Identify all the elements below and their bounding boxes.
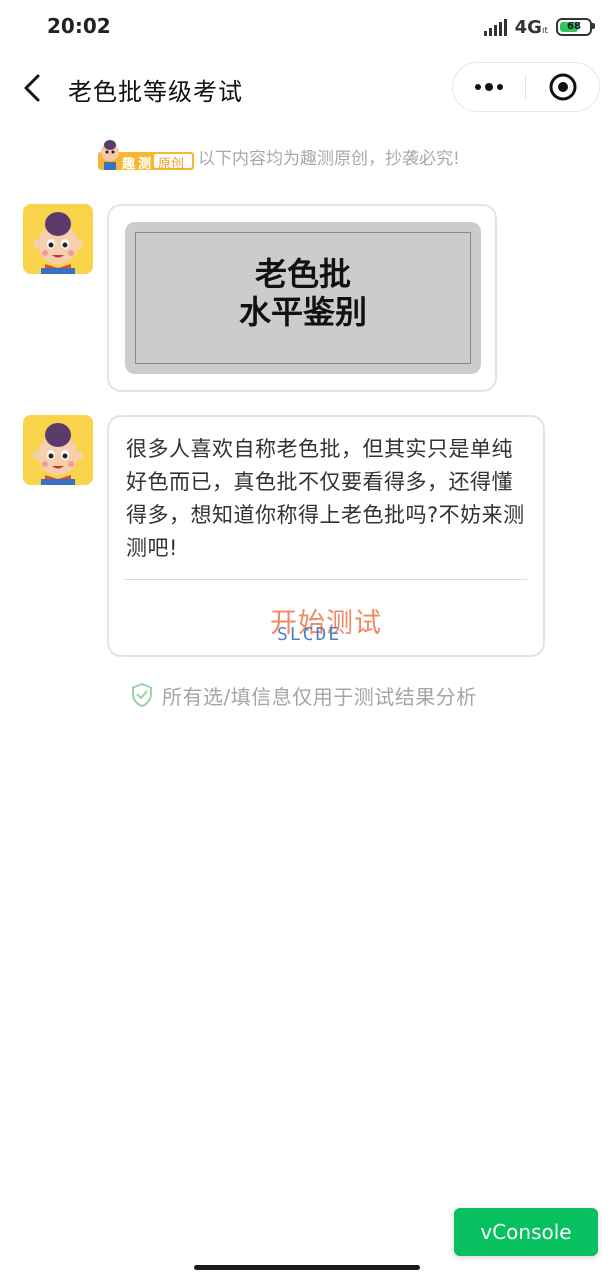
cover-message-bubble: 老色批 水平鉴别 <box>107 204 497 392</box>
status-time: 20:02 <box>47 14 111 38</box>
vconsole-button[interactable]: vConsole <box>454 1208 598 1256</box>
cover-title-line1: 老色批 <box>254 255 351 293</box>
target-close-icon <box>549 73 577 101</box>
shield-check-icon <box>132 683 152 707</box>
battery-icon: 68 <box>556 18 595 36</box>
status-indicators: 4Gıt 68 <box>483 15 595 39</box>
cover-title-line2: 水平鉴别 <box>238 293 367 331</box>
copyright-notice: 趣 测 原创 以下内容均为趣测原创，抄袭必究! <box>96 138 460 174</box>
capsule-divider <box>525 75 526 99</box>
status-bar: 20:02 4Gıt 68 <box>0 0 614 54</box>
chevron-left-icon <box>24 74 40 102</box>
privacy-text: 所有选/填信息仅用于测试结果分析 <box>162 684 477 709</box>
back-button[interactable] <box>18 70 50 106</box>
mascot-avatar-icon <box>23 415 93 485</box>
avatar <box>23 415 93 485</box>
nav-bar: 老色批等级考试 <box>0 60 614 116</box>
divider <box>125 579 527 580</box>
home-indicator[interactable] <box>194 1265 420 1270</box>
logo-label-qu: 趣 <box>122 157 136 172</box>
watermark-text: SLCDE <box>277 624 342 645</box>
quce-logo: 趣 测 原创 <box>96 138 196 174</box>
more-dots-icon <box>473 83 505 91</box>
notice-text: 以下内容均为趣测原创，抄袭必究! <box>198 148 460 169</box>
close-button[interactable] <box>527 63 599 111</box>
intro-message-bubble: 很多人喜欢自称老色批，但其实只是单纯好色而已，真色批不仅要看得多，还得懂得多，想… <box>107 415 545 657</box>
mascot-avatar-icon <box>23 204 93 274</box>
mini-program-capsule <box>452 62 600 112</box>
more-button[interactable] <box>453 63 525 111</box>
logo-label-yuanchuang: 原创 <box>158 157 185 172</box>
cover-card: 老色批 水平鉴别 <box>125 222 481 374</box>
intro-text: 很多人喜欢自称老色批，但其实只是单纯好色而已，真色批不仅要看得多，还得懂得多，想… <box>126 437 525 560</box>
signal-icon <box>483 18 507 36</box>
battery-level: 68 <box>567 21 581 32</box>
logo-label-ce: 测 <box>138 157 152 172</box>
page-title: 老色批等级考试 <box>68 78 243 106</box>
cover-title: 老色批 水平鉴别 <box>125 255 481 331</box>
avatar <box>23 204 93 274</box>
network-type: 4Gıt <box>514 16 548 38</box>
privacy-notice: 所有选/填信息仅用于测试结果分析 <box>130 680 477 710</box>
